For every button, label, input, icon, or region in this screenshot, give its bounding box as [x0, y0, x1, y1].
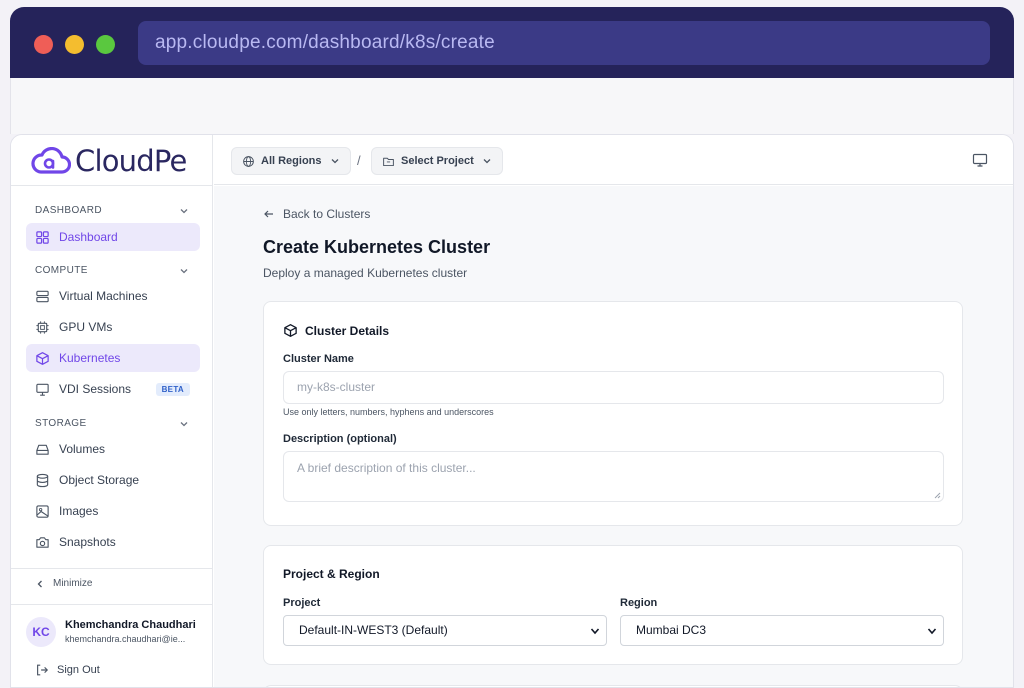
sign-out-label: Sign Out — [57, 664, 100, 676]
sidebar-item-label: Dashboard — [59, 230, 118, 244]
sidebar-item-label: Snapshots — [59, 535, 116, 549]
minimize-label: Minimize — [53, 578, 93, 589]
cube-icon — [284, 324, 297, 337]
card-title: Cluster Details — [283, 323, 389, 338]
description-textarea[interactable]: A brief description of this cluster... — [283, 451, 944, 502]
folder-icon — [383, 157, 394, 166]
browser-toolbar-area — [10, 78, 1014, 134]
sidebar-item-images[interactable]: Images — [26, 497, 200, 525]
maximize-window-button[interactable] — [96, 35, 115, 54]
cpu-icon — [36, 320, 49, 334]
sidebar-item-object-storage[interactable]: Object Storage — [26, 466, 200, 494]
camera-icon — [36, 536, 49, 548]
main-content: Back to Clusters Create Kubernetes Clust… — [214, 186, 1013, 687]
avatar[interactable]: KC — [26, 617, 56, 647]
drive-icon — [36, 444, 49, 455]
sidebar-item-label: Volumes — [59, 442, 106, 456]
cluster-name-label: Cluster Name — [283, 353, 354, 365]
section-storage-label[interactable]: STORAGE — [35, 418, 87, 429]
arrow-left-icon — [264, 210, 273, 218]
monitor-icon — [36, 383, 49, 396]
sidebar-item-label: VDI Sessions — [59, 382, 132, 396]
database-icon — [36, 473, 49, 487]
chevron-left-icon — [37, 580, 42, 587]
beta-badge: BETA — [155, 383, 190, 396]
back-to-clusters-link[interactable]: Back to Clusters — [263, 207, 370, 221]
region-label: Region — [620, 597, 658, 609]
card-title: Project & Region — [283, 567, 380, 581]
divider — [11, 604, 213, 605]
divider — [11, 185, 213, 186]
chevron-down-icon — [483, 159, 491, 164]
region-selector-label: All Regions — [261, 155, 322, 167]
sidebar-item-kubernetes[interactable]: Kubernetes — [26, 344, 200, 372]
user-name: Khemchandra Chaudhari — [65, 619, 196, 631]
address-bar[interactable]: app.cloudpe.com/dashboard/k8s/create — [138, 21, 990, 65]
brand-name: CloudPe — [75, 144, 187, 178]
sidebar-item-gpu-vms[interactable]: GPU VMs — [26, 313, 200, 341]
minimize-sidebar-button[interactable]: Minimize — [35, 578, 92, 589]
page-subtitle: Deploy a managed Kubernetes cluster — [263, 266, 468, 280]
region-select[interactable]: Mumbai DC3 — [620, 615, 944, 646]
chevron-down-icon[interactable] — [179, 419, 189, 429]
region-selector[interactable]: All Regions — [231, 147, 351, 175]
description-placeholder: A brief description of this cluster... — [297, 461, 476, 475]
browser-window-chrome: app.cloudpe.com/dashboard/k8s/create — [10, 7, 1014, 78]
project-selector-label: Select Project — [401, 155, 474, 167]
globe-icon — [243, 155, 254, 167]
sidebar-item-volumes[interactable]: Volumes — [26, 435, 200, 463]
chevron-down-icon — [590, 628, 600, 635]
sidebar-item-label: Virtual Machines — [59, 289, 148, 303]
grid-icon — [36, 230, 49, 244]
description-label: Description (optional) — [283, 433, 397, 445]
brand-logo[interactable]: CloudPe — [31, 144, 187, 178]
project-select-value: Default-IN-WEST3 (Default) — [299, 623, 448, 637]
back-label: Back to Clusters — [283, 207, 371, 221]
sidebar-item-label: Kubernetes — [59, 351, 121, 365]
cloud-logo-icon — [31, 147, 71, 174]
chevron-down-icon — [331, 159, 338, 164]
logout-icon — [37, 664, 49, 676]
page-title: Create Kubernetes Cluster — [263, 237, 491, 257]
image-icon — [36, 504, 49, 518]
cube-icon — [36, 351, 49, 365]
sign-out-button[interactable]: Sign Out — [35, 663, 100, 677]
sidebar-item-vdi-sessions[interactable]: VDI Sessions BETA — [26, 375, 200, 403]
project-label: Project — [283, 597, 321, 609]
cluster-details-card: Cluster Details Cluster Name my-k8s-clus… — [263, 301, 963, 526]
close-window-button[interactable] — [34, 35, 53, 54]
project-region-card: Project & Region Project Default-IN-WEST… — [263, 545, 963, 665]
cluster-name-hint: Use only letters, numbers, hyphens and u… — [283, 407, 494, 417]
sidebar-item-dashboard[interactable]: Dashboard — [26, 223, 200, 251]
card-title-label: Cluster Details — [305, 323, 390, 338]
sidebar-item-snapshots[interactable]: Snapshots — [26, 528, 200, 556]
app-window: CloudPe DASHBOARD Dashboard COMPUTE Virt… — [10, 134, 1014, 688]
sidebar: CloudPe DASHBOARD Dashboard COMPUTE Virt… — [11, 135, 213, 687]
section-dashboard-label[interactable]: DASHBOARD — [35, 205, 102, 216]
chevron-down-icon[interactable] — [179, 206, 189, 216]
sidebar-item-label: Images — [59, 504, 99, 518]
user-email: khemchandra.chaudhari@ie... — [65, 634, 186, 644]
chevron-down-icon[interactable] — [179, 266, 189, 276]
project-selector[interactable]: Select Project — [371, 147, 503, 175]
sidebar-item-label: GPU VMs — [59, 320, 113, 334]
server-icon — [36, 290, 49, 302]
sidebar-item-virtual-machines[interactable]: Virtual Machines — [26, 282, 200, 310]
region-select-value: Mumbai DC3 — [636, 623, 707, 637]
resize-handle-icon[interactable] — [933, 491, 941, 499]
divider — [11, 568, 213, 569]
monitor-icon[interactable] — [972, 152, 988, 168]
breadcrumb-separator: / — [357, 153, 361, 168]
minimize-window-button[interactable] — [65, 35, 84, 54]
cluster-name-input[interactable]: my-k8s-cluster — [283, 371, 944, 404]
project-select[interactable]: Default-IN-WEST3 (Default) — [283, 615, 607, 646]
top-bar: All Regions / Select Project — [214, 135, 1013, 185]
chevron-down-icon — [927, 628, 937, 635]
sidebar-item-label: Object Storage — [59, 473, 140, 487]
section-compute-label[interactable]: COMPUTE — [35, 265, 88, 276]
